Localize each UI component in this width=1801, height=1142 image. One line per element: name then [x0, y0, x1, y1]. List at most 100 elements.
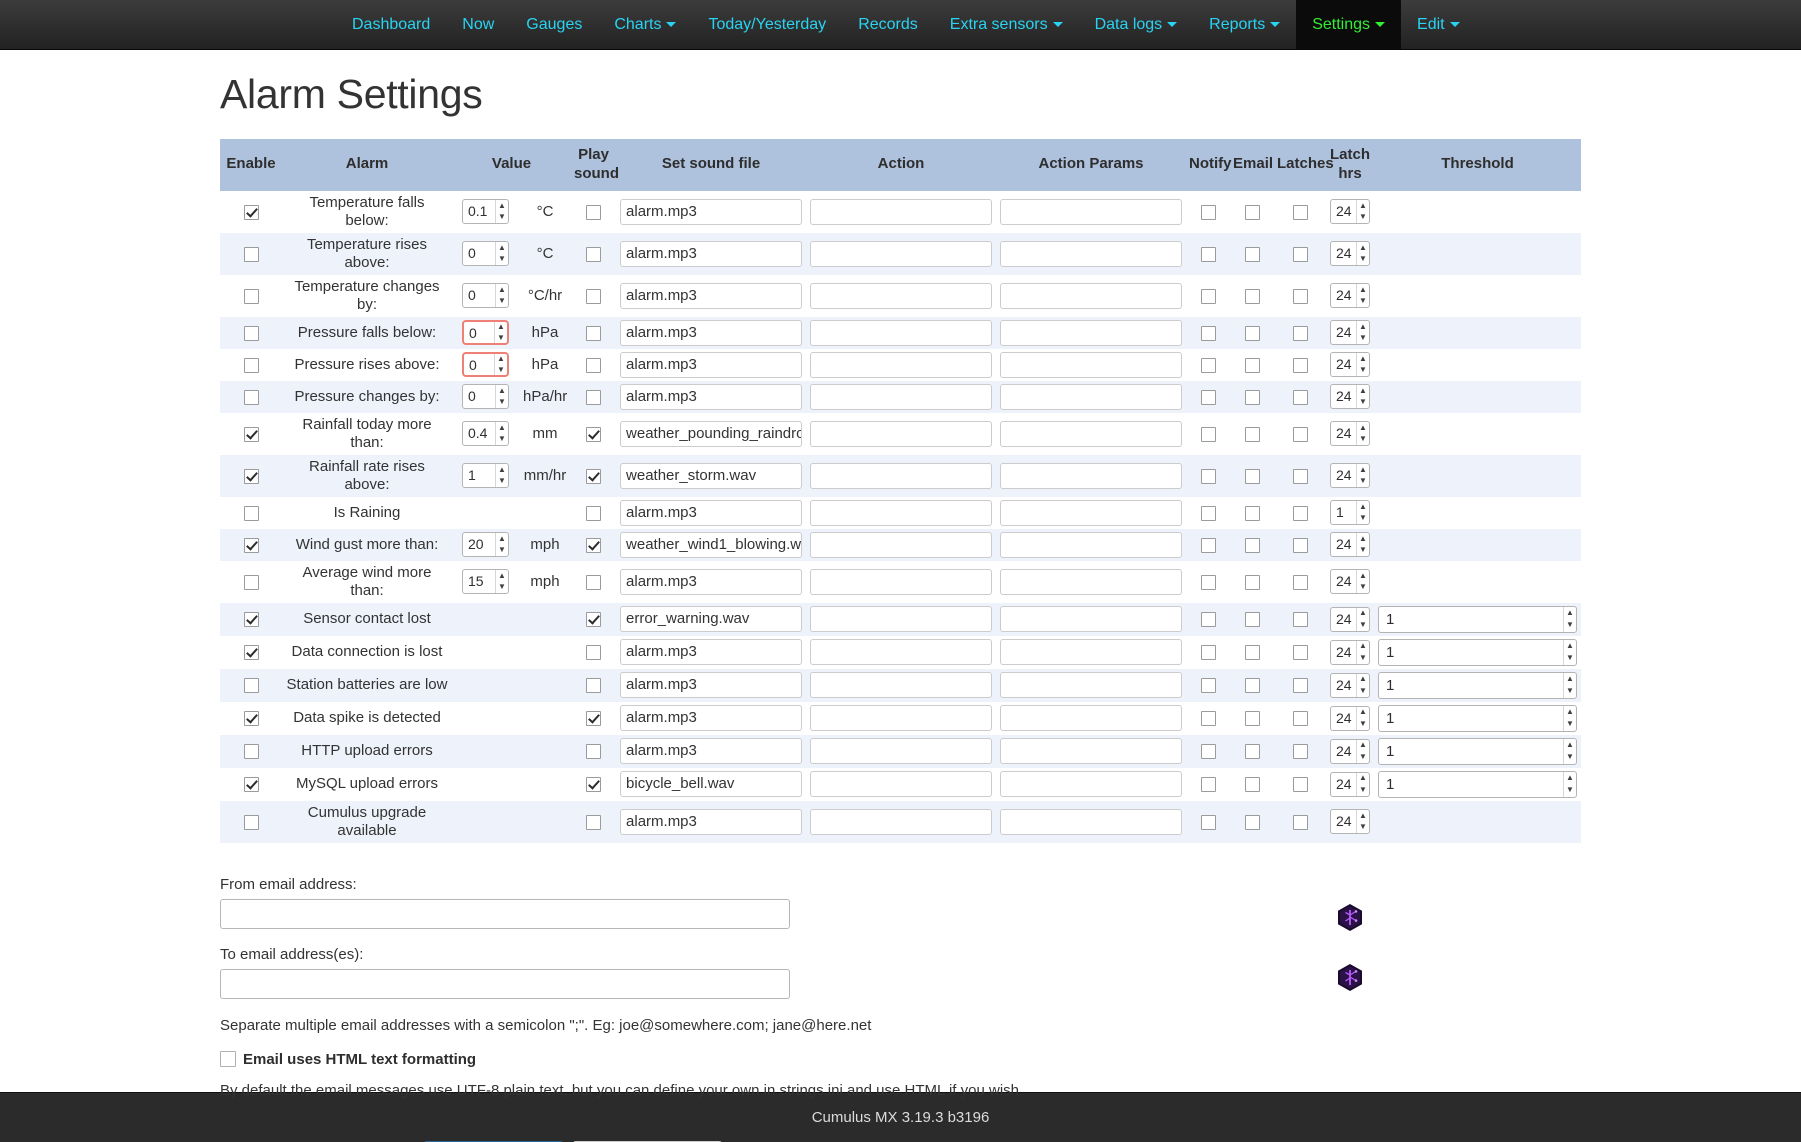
email-checkbox[interactable]	[1245, 247, 1260, 262]
threshold-stepper[interactable]: 1▲▼	[1378, 705, 1577, 732]
spinner-up-icon[interactable]: ▲	[1357, 321, 1369, 333]
action-params-input[interactable]	[1000, 352, 1182, 378]
latches-checkbox[interactable]	[1293, 205, 1308, 220]
spinner-up-icon[interactable]: ▲	[496, 200, 508, 212]
alarm-value-stepper[interactable]: 0▲▼	[462, 283, 509, 308]
notify-checkbox[interactable]	[1201, 815, 1216, 830]
action-input[interactable]	[810, 672, 992, 698]
latch-hrs-stepper[interactable]: 24▲▼	[1330, 283, 1370, 308]
spinner-arrows[interactable]: ▲▼	[495, 385, 508, 408]
spinner-down-icon[interactable]: ▼	[1357, 822, 1369, 834]
spinner-down-icon[interactable]: ▼	[1564, 751, 1576, 764]
play-sound-checkbox[interactable]	[586, 612, 601, 627]
action-params-input[interactable]	[1000, 283, 1182, 309]
spinner-up-icon[interactable]: ▲	[496, 570, 508, 582]
action-params-input[interactable]	[1000, 241, 1182, 267]
sound-file-input[interactable]: alarm.mp3	[620, 283, 802, 309]
spinner-arrows[interactable]: ▲▼	[495, 464, 508, 487]
latch-hrs-stepper[interactable]: 24▲▼	[1330, 199, 1370, 224]
enable-checkbox[interactable]	[244, 358, 259, 373]
spinner-arrows[interactable]: ▲▼	[1563, 739, 1576, 764]
spinner-down-icon[interactable]: ▼	[496, 296, 508, 308]
email-checkbox[interactable]	[1245, 612, 1260, 627]
email-checkbox[interactable]	[1245, 575, 1260, 590]
email-checkbox[interactable]	[1245, 777, 1260, 792]
spinner-arrows[interactable]: ▲▼	[1356, 422, 1369, 445]
sound-file-input[interactable]: alarm.mp3	[620, 241, 802, 267]
spinner-up-icon[interactable]: ▲	[496, 533, 508, 545]
action-input[interactable]	[810, 705, 992, 731]
nav-item-charts[interactable]: Charts	[598, 0, 692, 49]
sound-file-input[interactable]: alarm.mp3	[620, 500, 802, 526]
play-sound-checkbox[interactable]	[586, 575, 601, 590]
enable-checkbox[interactable]	[244, 390, 259, 405]
latches-checkbox[interactable]	[1293, 358, 1308, 373]
action-params-input[interactable]	[1000, 532, 1182, 558]
action-params-input[interactable]	[1000, 500, 1182, 526]
latches-checkbox[interactable]	[1293, 247, 1308, 262]
play-sound-checkbox[interactable]	[586, 744, 601, 759]
spinner-up-icon[interactable]: ▲	[1564, 607, 1576, 620]
spinner-down-icon[interactable]: ▼	[496, 476, 508, 488]
latches-checkbox[interactable]	[1293, 744, 1308, 759]
notify-checkbox[interactable]	[1201, 612, 1216, 627]
alarm-value-stepper[interactable]: 0▲▼	[462, 320, 509, 345]
action-input[interactable]	[810, 500, 992, 526]
action-input[interactable]	[810, 463, 992, 489]
action-params-input[interactable]	[1000, 569, 1182, 595]
latches-checkbox[interactable]	[1293, 777, 1308, 792]
enable-checkbox[interactable]	[244, 247, 259, 262]
sound-file-input[interactable]: alarm.mp3	[620, 809, 802, 835]
email-html-checkbox[interactable]	[220, 1051, 236, 1067]
email-checkbox[interactable]	[1245, 815, 1260, 830]
alarm-value-stepper[interactable]: 20▲▼	[462, 532, 509, 557]
sound-file-input[interactable]: weather_pounding_raindrops.wav	[620, 421, 802, 447]
email-checkbox[interactable]	[1245, 506, 1260, 521]
play-sound-checkbox[interactable]	[586, 506, 601, 521]
notify-checkbox[interactable]	[1201, 538, 1216, 553]
spinner-up-icon[interactable]: ▲	[1357, 422, 1369, 434]
spinner-up-icon[interactable]: ▲	[1357, 464, 1369, 476]
action-input[interactable]	[810, 199, 992, 225]
spinner-down-icon[interactable]: ▼	[1357, 619, 1369, 631]
nav-item-today-yesterday[interactable]: Today/Yesterday	[692, 0, 842, 49]
latch-hrs-stepper[interactable]: 24▲▼	[1330, 421, 1370, 446]
latches-checkbox[interactable]	[1293, 390, 1308, 405]
latch-hrs-stepper[interactable]: 24▲▼	[1330, 532, 1370, 557]
sound-file-input[interactable]: alarm.mp3	[620, 352, 802, 378]
notify-checkbox[interactable]	[1201, 744, 1216, 759]
spinner-up-icon[interactable]: ▲	[1357, 385, 1369, 397]
alarm-value-stepper[interactable]: 0▲▼	[462, 352, 509, 377]
notify-checkbox[interactable]	[1201, 358, 1216, 373]
from-email-input[interactable]	[220, 899, 790, 929]
latch-hrs-stepper[interactable]: 24▲▼	[1330, 463, 1370, 488]
threshold-stepper[interactable]: 1▲▼	[1378, 639, 1577, 666]
action-params-input[interactable]	[1000, 320, 1182, 346]
threshold-stepper[interactable]: 1▲▼	[1378, 771, 1577, 798]
spinner-up-icon[interactable]: ▲	[496, 422, 508, 434]
latches-checkbox[interactable]	[1293, 469, 1308, 484]
spinner-up-icon[interactable]: ▲	[1357, 740, 1369, 752]
latch-hrs-stepper[interactable]: 24▲▼	[1330, 352, 1370, 377]
spinner-down-icon[interactable]: ▼	[1564, 685, 1576, 698]
spinner-down-icon[interactable]: ▼	[1357, 365, 1369, 377]
latch-hrs-stepper[interactable]: 24▲▼	[1330, 772, 1370, 797]
spinner-down-icon[interactable]: ▼	[1357, 751, 1369, 763]
enable-checkbox[interactable]	[244, 678, 259, 693]
hexagon-key-icon[interactable]	[1338, 904, 1362, 931]
action-input[interactable]	[810, 241, 992, 267]
spinner-arrows[interactable]: ▲▼	[1356, 385, 1369, 408]
spinner-arrows[interactable]: ▲▼	[1356, 608, 1369, 631]
spinner-down-icon[interactable]: ▼	[496, 582, 508, 594]
sound-file-input[interactable]: alarm.mp3	[620, 639, 802, 665]
latches-checkbox[interactable]	[1293, 815, 1308, 830]
latches-checkbox[interactable]	[1293, 678, 1308, 693]
enable-checkbox[interactable]	[244, 777, 259, 792]
sound-file-input[interactable]: alarm.mp3	[620, 199, 802, 225]
spinner-down-icon[interactable]: ▼	[495, 333, 507, 344]
spinner-down-icon[interactable]: ▼	[1357, 545, 1369, 557]
threshold-stepper[interactable]: 1▲▼	[1378, 738, 1577, 765]
enable-checkbox[interactable]	[244, 645, 259, 660]
hexagon-key-icon[interactable]	[1338, 964, 1362, 991]
notify-checkbox[interactable]	[1201, 645, 1216, 660]
